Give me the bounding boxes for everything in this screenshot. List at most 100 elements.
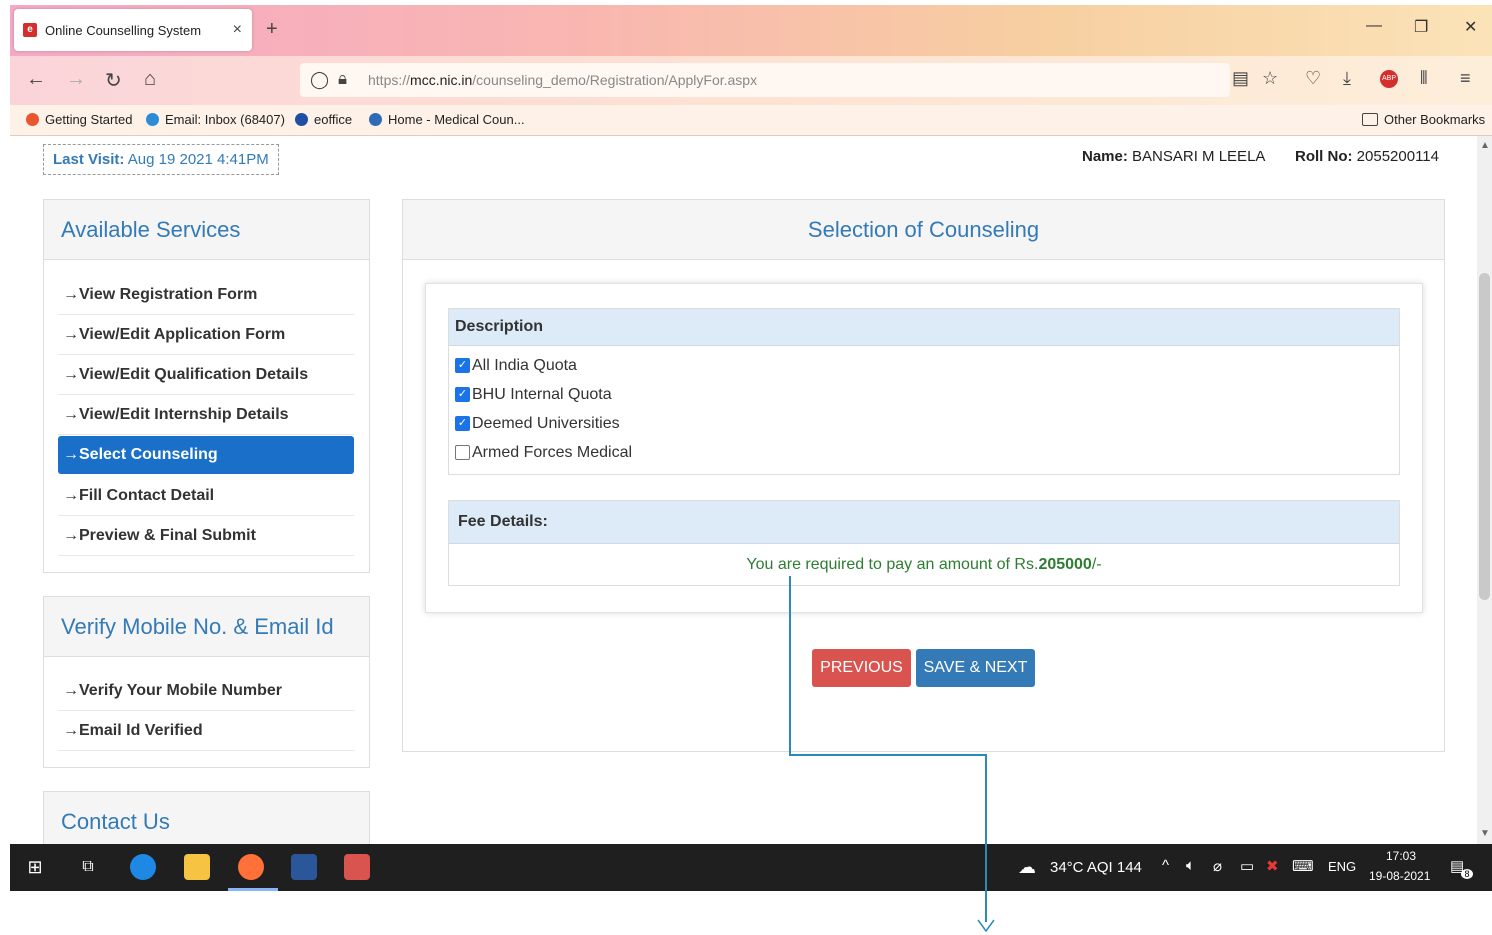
back-icon[interactable]: ← (26, 68, 46, 91)
scroll-thumb[interactable] (1479, 273, 1490, 600)
display-icon[interactable]: ▭ (1240, 857, 1254, 875)
reader-view-icon[interactable]: ▤ (1232, 68, 1249, 89)
bookmark-medical-counselling[interactable]: Home - Medical Coun... (369, 112, 525, 127)
bookmark-label: eoffice (314, 112, 353, 127)
last-visit-value: Aug 19 2021 4:41PM (127, 151, 269, 168)
menu-edit-qualification-details[interactable]: →View/Edit Qualification Details (58, 356, 354, 395)
bookmarks-bar: Getting Started Email: Inbox (68407) eof… (10, 105, 1492, 136)
forward-icon[interactable]: → (66, 68, 86, 91)
keyboard-icon[interactable]: ⌨ (1292, 857, 1314, 875)
menu-edit-application-form[interactable]: →View/Edit Application Form (58, 316, 354, 355)
volume-icon[interactable]: 🔈︎ (1186, 857, 1195, 874)
checkbox-checked-icon[interactable]: ✓ (455, 358, 470, 373)
bookmark-getting-started[interactable]: Getting Started (26, 112, 132, 127)
menu-preview-final-submit[interactable]: →Preview & Final Submit (58, 517, 354, 556)
menu-label: Fill Contact Detail (79, 487, 215, 504)
bookmark-eoffice[interactable]: eoffice (295, 112, 352, 127)
network-off-icon[interactable]: ⌀ (1213, 857, 1222, 875)
quota-deemed-universities[interactable]: ✓ Deemed Universities (449, 409, 1399, 438)
name-value: BANSARI M LEELA (1132, 148, 1266, 165)
menu-fill-contact-detail[interactable]: →Fill Contact Detail (58, 477, 354, 516)
arrow-right-icon: → (63, 366, 79, 383)
selection-card: Description ✓ All India Quota ✓ BHU Intern… (425, 283, 1423, 613)
downloads-icon[interactable]: ⤓ (1343, 68, 1351, 89)
page-scrollbar[interactable]: ▲ ▼ (1477, 136, 1492, 844)
annotation-line-vertical (789, 576, 791, 756)
verify-title: Verify Mobile No. & Email Id (44, 597, 369, 657)
firefox-taskbar-icon[interactable] (238, 854, 264, 880)
checkbox-checked-icon[interactable]: ✓ (455, 387, 470, 402)
arrow-right-icon: → (63, 326, 79, 343)
menu-view-registration-form[interactable]: →View Registration Form (58, 276, 354, 315)
quota-all-india[interactable]: ✓ All India Quota (449, 351, 1399, 380)
quota-bhu-internal[interactable]: ✓ BHU Internal Quota (449, 380, 1399, 409)
menu-label: Select Counseling (79, 446, 218, 463)
scroll-down-icon[interactable]: ▼ (1480, 828, 1490, 839)
firefox-icon (26, 113, 39, 126)
available-services-panel: Available Services →View Registration Fo… (43, 199, 370, 573)
pocket-icon[interactable]: ♡ (1305, 68, 1321, 89)
contact-panel: Contact Us (43, 791, 370, 844)
fee-amount: 205000 (1038, 556, 1092, 573)
scroll-up-icon[interactable]: ▲ (1480, 140, 1490, 151)
menu-email-verified[interactable]: →Email Id Verified (58, 712, 354, 751)
active-app-indicator (228, 888, 278, 891)
quota-label: BHU Internal Quota (472, 385, 612, 403)
arrow-right-icon: → (63, 446, 79, 463)
menu-label: View/Edit Internship Details (79, 406, 289, 423)
arrow-right-icon: → (63, 487, 79, 504)
menu-icon[interactable]: ≡ (1460, 68, 1471, 89)
tab-close-icon[interactable]: × (233, 21, 242, 39)
home-icon[interactable]: ⌂ (144, 68, 156, 91)
file-explorer-icon[interactable] (184, 854, 210, 880)
language-indicator[interactable]: ENG (1328, 859, 1356, 874)
tracking-shield-icon[interactable]: ◯ (310, 70, 329, 90)
browser-window: e Online Counselling System × + — ❐ ✕ ← … (10, 5, 1492, 891)
site-favicon-icon: e (23, 23, 37, 37)
other-bookmarks[interactable]: Other Bookmarks (1362, 112, 1485, 127)
fee-message: You are required to pay an amount of Rs.… (449, 544, 1399, 586)
url-text[interactable]: https://mcc.nic.in/counseling_demo/Regis… (368, 72, 757, 88)
address-bar[interactable]: ◯ 🔒︎ https://mcc.nic.in/counseling_demo/… (300, 63, 1230, 97)
app-icon[interactable] (344, 854, 370, 880)
word-icon[interactable] (291, 854, 317, 880)
menu-label: View Registration Form (79, 286, 258, 303)
weather-cloud-icon[interactable]: ☁ (1014, 854, 1040, 880)
last-visit-box: Last Visit: Aug 19 2021 4:41PM (43, 144, 279, 175)
tab-title: Online Counselling System (45, 22, 202, 38)
checkbox-unchecked-icon[interactable] (455, 445, 470, 460)
menu-label: Email Id Verified (79, 722, 203, 739)
lock-icon[interactable]: 🔒︎ (338, 69, 347, 89)
weather-text[interactable]: 34°C AQI 144 (1050, 859, 1142, 876)
window-close-icon[interactable]: ✕ (1464, 17, 1477, 37)
menu-edit-internship-details[interactable]: →View/Edit Internship Details (58, 396, 354, 435)
task-view-icon[interactable]: ⧉ (75, 854, 101, 880)
tray-chevron-icon[interactable]: ^ (1162, 857, 1169, 874)
reload-icon[interactable]: ↻ (105, 68, 122, 93)
arrow-right-icon: → (63, 286, 79, 303)
clock-time[interactable]: 17:03 (1386, 849, 1416, 863)
bookmark-email-inbox[interactable]: Email: Inbox (68407) (146, 112, 285, 127)
restore-icon[interactable]: ❐ (1414, 17, 1428, 37)
library-icon[interactable]: ⫴ (1420, 68, 1428, 89)
browser-tab[interactable]: e Online Counselling System × (14, 9, 252, 51)
arrow-right-icon: → (63, 527, 79, 544)
minimize-icon[interactable]: — (1366, 17, 1382, 35)
windows-start-icon[interactable]: ⊞ (22, 854, 48, 880)
adblock-icon[interactable]: ABP (1380, 70, 1398, 88)
annotation-line-horizontal (789, 754, 987, 756)
roll-value: 2055200114 (1356, 148, 1439, 165)
checkbox-checked-icon[interactable]: ✓ (455, 416, 470, 431)
windows-taskbar: ⊞ ⧉ ☁ 34°C AQI 144 ^ 🔈︎ ⌀ ▭ ✖ ⌨ ENG 17:0… (10, 844, 1492, 891)
dropbox-icon[interactable]: ✖ (1266, 857, 1279, 875)
clock-date[interactable]: 19-08-2021 (1369, 869, 1430, 883)
edge-icon[interactable] (130, 854, 156, 880)
fee-table: Fee Details: You are required to pay an … (448, 500, 1400, 586)
previous-button[interactable]: PREVIOUS (812, 649, 911, 687)
quota-armed-forces[interactable]: Armed Forces Medical (449, 438, 1399, 467)
menu-select-counseling[interactable]: →Select Counseling (58, 436, 354, 474)
menu-verify-mobile[interactable]: →Verify Your Mobile Number (58, 672, 354, 711)
bookmark-star-icon[interactable]: ☆ (1262, 68, 1278, 89)
new-tab-button[interactable]: + (266, 18, 278, 41)
save-next-button[interactable]: SAVE & NEXT (916, 649, 1035, 687)
